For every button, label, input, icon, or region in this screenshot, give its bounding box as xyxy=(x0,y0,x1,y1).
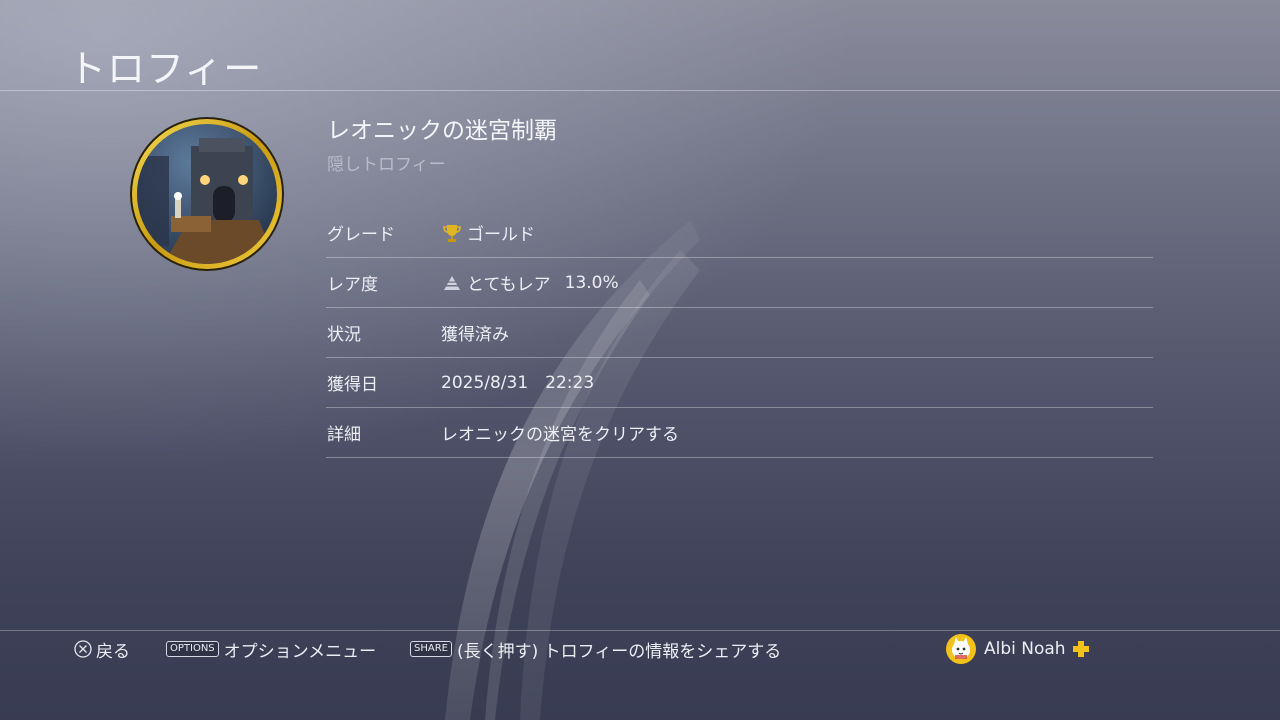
trophy-hidden-label: 隠しトロフィー xyxy=(327,155,446,175)
earned-date-value: 2025/8/31 22:23 xyxy=(441,373,594,393)
detail-row-earned-date: 獲得日 2025/8/31 22:23 xyxy=(326,358,1153,408)
earned-time: 22:23 xyxy=(545,372,595,393)
rarity-value: とてもレア 13.0% xyxy=(441,270,619,295)
options-menu-button[interactable]: OPTIONS オプションメニュー xyxy=(166,636,376,662)
avatar xyxy=(946,634,976,664)
cross-button-icon xyxy=(74,640,92,658)
grade-text: ゴールド xyxy=(467,225,535,245)
trophy-artwork-icon xyxy=(130,117,284,271)
rarity-percent: 13.0% xyxy=(564,272,619,293)
page-title: トロフィー xyxy=(68,47,263,91)
description-value: レオニックの迷宮をクリアする xyxy=(441,425,679,445)
detail-row-description: 詳細 レオニックの迷宮をクリアする xyxy=(326,408,1153,458)
user-name: Albi Noah xyxy=(984,639,1066,659)
status-value: 獲得済み xyxy=(441,325,509,345)
options-label: オプションメニュー xyxy=(223,641,377,662)
description-label: 詳細 xyxy=(327,425,361,445)
options-button-icon: OPTIONS xyxy=(166,641,219,657)
gold-trophy-icon xyxy=(443,224,461,242)
trophy-details-table: グレード ゴールド レア度 とてもレア 13.0% 状況 獲得済み 獲得日 20… xyxy=(326,208,1153,458)
rarity-text: とてもレア xyxy=(467,275,551,295)
status-label: 状況 xyxy=(327,325,361,345)
detail-row-status: 状況 獲得済み xyxy=(326,308,1153,358)
detail-row-rarity: レア度 とてもレア 13.0% xyxy=(326,258,1153,308)
header-divider xyxy=(0,90,1280,91)
rarity-pyramid-icon xyxy=(444,275,460,290)
earned-date-label: 獲得日 xyxy=(327,375,378,395)
share-label: (長く押す) トロフィーの情報をシェアする xyxy=(456,641,782,662)
earned-date: 2025/8/31 xyxy=(441,372,529,393)
rarity-label: レア度 xyxy=(327,275,378,295)
back-button[interactable]: 戻る xyxy=(74,636,130,662)
user-profile[interactable]: Albi Noah xyxy=(946,633,1090,665)
back-label: 戻る xyxy=(96,641,130,662)
ps-plus-icon xyxy=(1072,641,1089,657)
detail-row-grade: グレード ゴールド xyxy=(326,208,1153,258)
grade-label: グレード xyxy=(327,225,395,245)
grade-value: ゴールド xyxy=(441,220,535,245)
footer-bar: 戻る OPTIONS オプションメニュー SHARE (長く押す) トロフィーの… xyxy=(0,632,1280,666)
trophy-name: レオニックの迷宮制覇 xyxy=(327,118,557,144)
share-button[interactable]: SHARE (長く押す) トロフィーの情報をシェアする xyxy=(410,636,781,662)
footer-divider xyxy=(0,630,1280,631)
share-button-icon: SHARE xyxy=(410,641,452,657)
